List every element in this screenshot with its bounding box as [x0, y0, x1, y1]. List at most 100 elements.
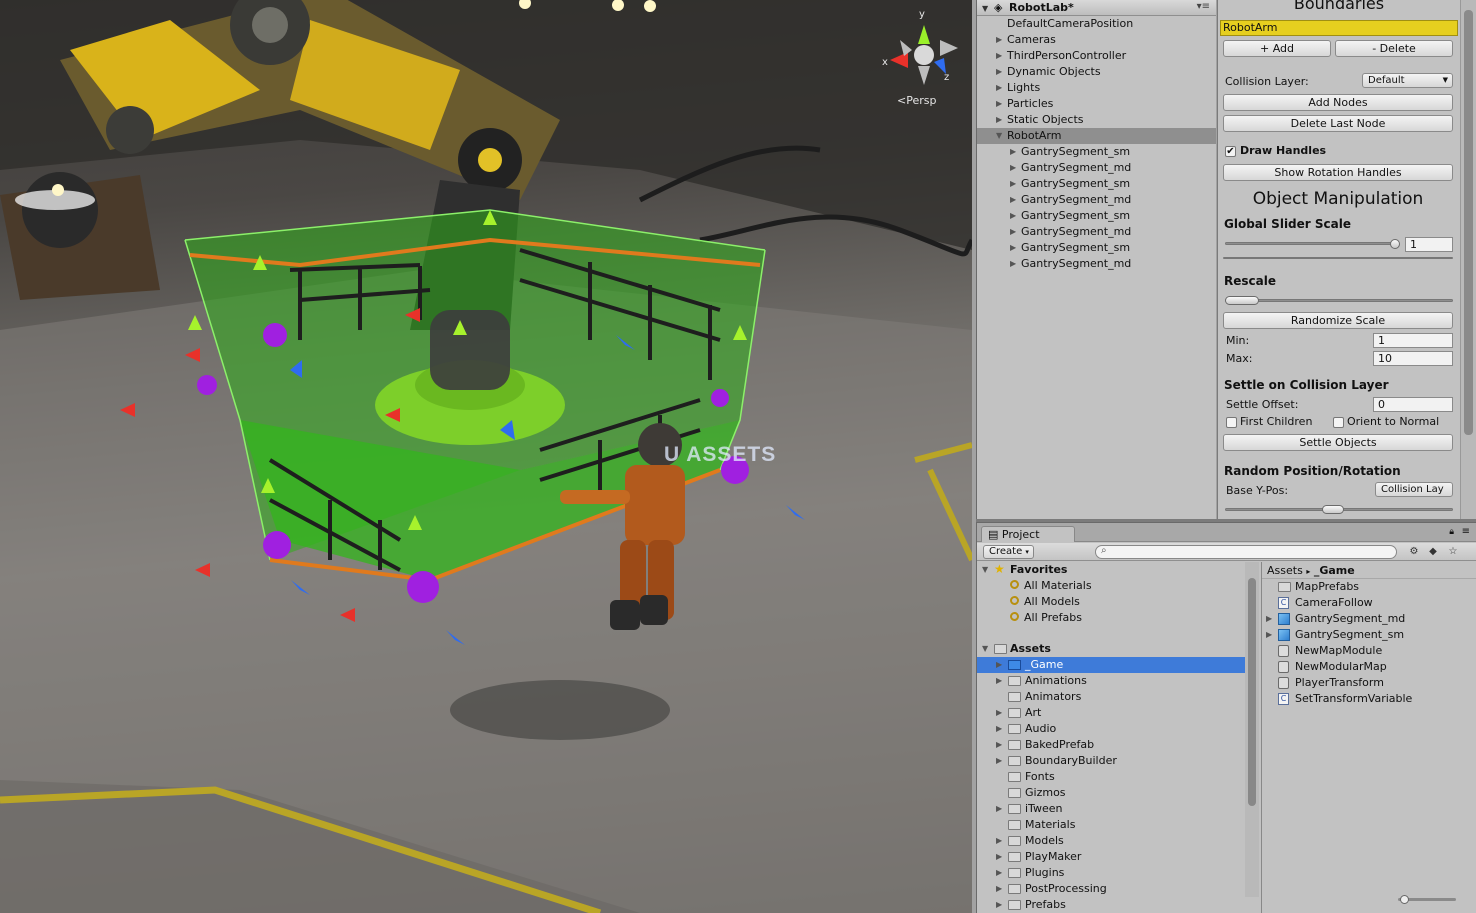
hierarchy-item[interactable]: ▶ Static Objects [977, 112, 1216, 128]
global-slider-scale-track[interactable] [1225, 242, 1397, 245]
add-nodes-button[interactable]: Add Nodes [1223, 94, 1453, 111]
hierarchy-item[interactable]: ▶ Lights [977, 80, 1216, 96]
delete-boundary-button[interactable]: - Delete [1335, 40, 1453, 57]
hierarchy-scene-header[interactable]: ▼ ◈ RobotLab* ▾≡ [977, 0, 1216, 16]
filter-by-label-icon[interactable]: ◆ [1424, 545, 1442, 559]
hierarchy-item[interactable]: DefaultCameraPosition [977, 16, 1216, 32]
global-slider-scale-field[interactable]: 1 [1405, 237, 1453, 252]
scene-canvas[interactable]: y x z [0, 0, 972, 913]
folder-item[interactable]: ▶ iTween [977, 801, 1245, 817]
collapsed-arrow-icon[interactable]: ▶ [996, 80, 1002, 96]
collapsed-arrow-icon[interactable]: ▶ [1010, 256, 1016, 272]
hierarchy-item[interactable]: ▶ GantrySegment_sm [977, 208, 1216, 224]
collapsed-arrow-icon[interactable]: ▶ [996, 833, 1002, 849]
settle-objects-button[interactable]: Settle Objects [1223, 434, 1453, 451]
boundary-name-field[interactable]: RobotArm [1220, 20, 1458, 36]
folder-item[interactable]: Fonts [977, 769, 1245, 785]
expanded-arrow-icon[interactable]: ▼ [996, 128, 1002, 144]
hierarchy-item[interactable]: ▶ GantrySegment_md [977, 224, 1216, 240]
folder-item[interactable]: ▶ BoundaryBuilder [977, 753, 1245, 769]
collapsed-arrow-icon[interactable]: ▶ [996, 705, 1002, 721]
folder-tree-scrollbar[interactable] [1245, 562, 1259, 897]
min-scale-field[interactable]: 1 [1373, 333, 1453, 348]
assets-header[interactable]: ▼ Assets [977, 641, 1245, 657]
favorite-item[interactable]: All Materials [977, 578, 1245, 594]
hierarchy-item[interactable]: ▶ ThirdPersonController [977, 48, 1216, 64]
breadcrumb-root[interactable]: Assets [1267, 564, 1303, 577]
folder-item[interactable]: ▶ PlayMaker [977, 849, 1245, 865]
folder-item[interactable]: ▶ _Game [977, 657, 1245, 673]
asset-item[interactable]: C SetTransformVariable [1262, 691, 1476, 707]
collapsed-arrow-icon[interactable]: ▶ [996, 112, 1002, 128]
folder-item[interactable]: ▶ Prefabs [977, 897, 1245, 913]
first-children-checkbox[interactable] [1226, 417, 1237, 428]
orient-to-normal-checkbox[interactable] [1333, 417, 1344, 428]
collapsed-arrow-icon[interactable]: ▶ [996, 657, 1002, 673]
asset-item[interactable]: ▶ GantrySegment_md [1262, 611, 1476, 627]
max-scale-field[interactable]: 10 [1373, 351, 1453, 366]
show-rotation-handles-button[interactable]: Show Rotation Handles [1223, 164, 1453, 181]
hierarchy-item[interactable]: ▶ GantrySegment_sm [977, 176, 1216, 192]
scrollbar-thumb[interactable] [1248, 578, 1256, 806]
draw-handles-checkbox[interactable]: ✔ [1225, 146, 1236, 157]
collapsed-arrow-icon[interactable]: ▶ [1010, 160, 1016, 176]
collapsed-arrow-icon[interactable]: ▶ [1010, 192, 1016, 208]
hierarchy-item[interactable]: ▶ Cameras [977, 32, 1216, 48]
add-boundary-button[interactable]: + Add [1223, 40, 1331, 57]
favorite-item[interactable]: All Models [977, 594, 1245, 610]
global-slider-scale-knob[interactable] [1390, 239, 1400, 249]
collapsed-arrow-icon[interactable]: ▶ [996, 32, 1002, 48]
collapsed-arrow-icon[interactable]: ▶ [1010, 176, 1016, 192]
folder-item[interactable]: ▶ Models [977, 833, 1245, 849]
asset-item[interactable]: C CameraFollow [1262, 595, 1476, 611]
collapsed-arrow-icon[interactable]: ▶ [996, 737, 1002, 753]
expanded-arrow-icon[interactable]: ▼ [982, 562, 988, 578]
scrollbar-thumb[interactable] [1464, 10, 1473, 435]
hierarchy-item[interactable]: ▼ RobotArm [977, 128, 1216, 144]
favorites-header[interactable]: ▼ ★ Favorites [977, 562, 1245, 578]
hierarchy-item[interactable]: ▶ GantrySegment_sm [977, 144, 1216, 160]
collapsed-arrow-icon[interactable]: ▶ [996, 673, 1002, 689]
hierarchy-item[interactable]: ▶ GantrySegment_md [977, 256, 1216, 272]
folder-item[interactable]: ▶ PostProcessing [977, 881, 1245, 897]
expanded-arrow-icon[interactable]: ▼ [982, 641, 988, 657]
hierarchy-item[interactable]: ▶ Dynamic Objects [977, 64, 1216, 80]
collapsed-arrow-icon[interactable]: ▶ [996, 897, 1002, 913]
hierarchy-item[interactable]: ▶ GantrySegment_sm [977, 240, 1216, 256]
collapsed-arrow-icon[interactable]: ▶ [1010, 208, 1016, 224]
folder-item[interactable]: ▶ Art [977, 705, 1245, 721]
folder-item[interactable]: ▶ Audio [977, 721, 1245, 737]
collapsed-arrow-icon[interactable]: ▶ [996, 64, 1002, 80]
collapsed-arrow-icon[interactable]: ▶ [996, 96, 1002, 112]
hierarchy-item[interactable]: ▶ GantrySegment_md [977, 192, 1216, 208]
base-ypos-dropdown[interactable]: Collision Lay [1375, 482, 1453, 497]
collapsed-arrow-icon[interactable]: ▶ [1266, 611, 1272, 627]
inspector-scrollbar[interactable] [1460, 0, 1476, 520]
asset-item[interactable]: NewModularMap [1262, 659, 1476, 675]
collapsed-arrow-icon[interactable]: ▶ [996, 753, 1002, 769]
collapsed-arrow-icon[interactable]: ▶ [1266, 627, 1272, 643]
collapsed-arrow-icon[interactable]: ▶ [1010, 144, 1016, 160]
asset-item[interactable]: MapPrefabs [1262, 579, 1476, 595]
collapsed-arrow-icon[interactable]: ▶ [1010, 240, 1016, 256]
delete-last-node-button[interactable]: Delete Last Node [1223, 115, 1453, 132]
favorite-item[interactable]: All Prefabs [977, 610, 1245, 626]
folder-item[interactable]: ▶ BakedPrefab [977, 737, 1245, 753]
favorite-star-icon[interactable]: ☆ [1444, 545, 1462, 559]
projection-toggle[interactable]: <Persp [897, 94, 936, 107]
collapse-arrow-icon[interactable]: ▼ [982, 4, 988, 13]
breadcrumb-current[interactable]: _Game [1314, 564, 1355, 577]
collapsed-arrow-icon[interactable]: ▶ [996, 721, 1002, 737]
asset-item[interactable]: PlayerTransform [1262, 675, 1476, 691]
project-search-input[interactable]: ⌕ [1095, 545, 1397, 559]
collapsed-arrow-icon[interactable]: ▶ [1010, 224, 1016, 240]
hierarchy-menu-icon[interactable]: ▾≡ [1197, 1, 1210, 12]
filter-by-type-icon[interactable]: ⚙ [1405, 545, 1423, 559]
lock-icon[interactable]: 🔒︎ [1449, 527, 1454, 537]
collapsed-arrow-icon[interactable]: ▶ [996, 48, 1002, 64]
panel-menu-icon[interactable]: ≡ [1462, 526, 1470, 537]
hierarchy-item[interactable]: ▶ GantrySegment_md [977, 160, 1216, 176]
settle-offset-field[interactable]: 0 [1373, 397, 1453, 412]
collapsed-arrow-icon[interactable]: ▶ [996, 801, 1002, 817]
collapsed-arrow-icon[interactable]: ▶ [996, 849, 1002, 865]
